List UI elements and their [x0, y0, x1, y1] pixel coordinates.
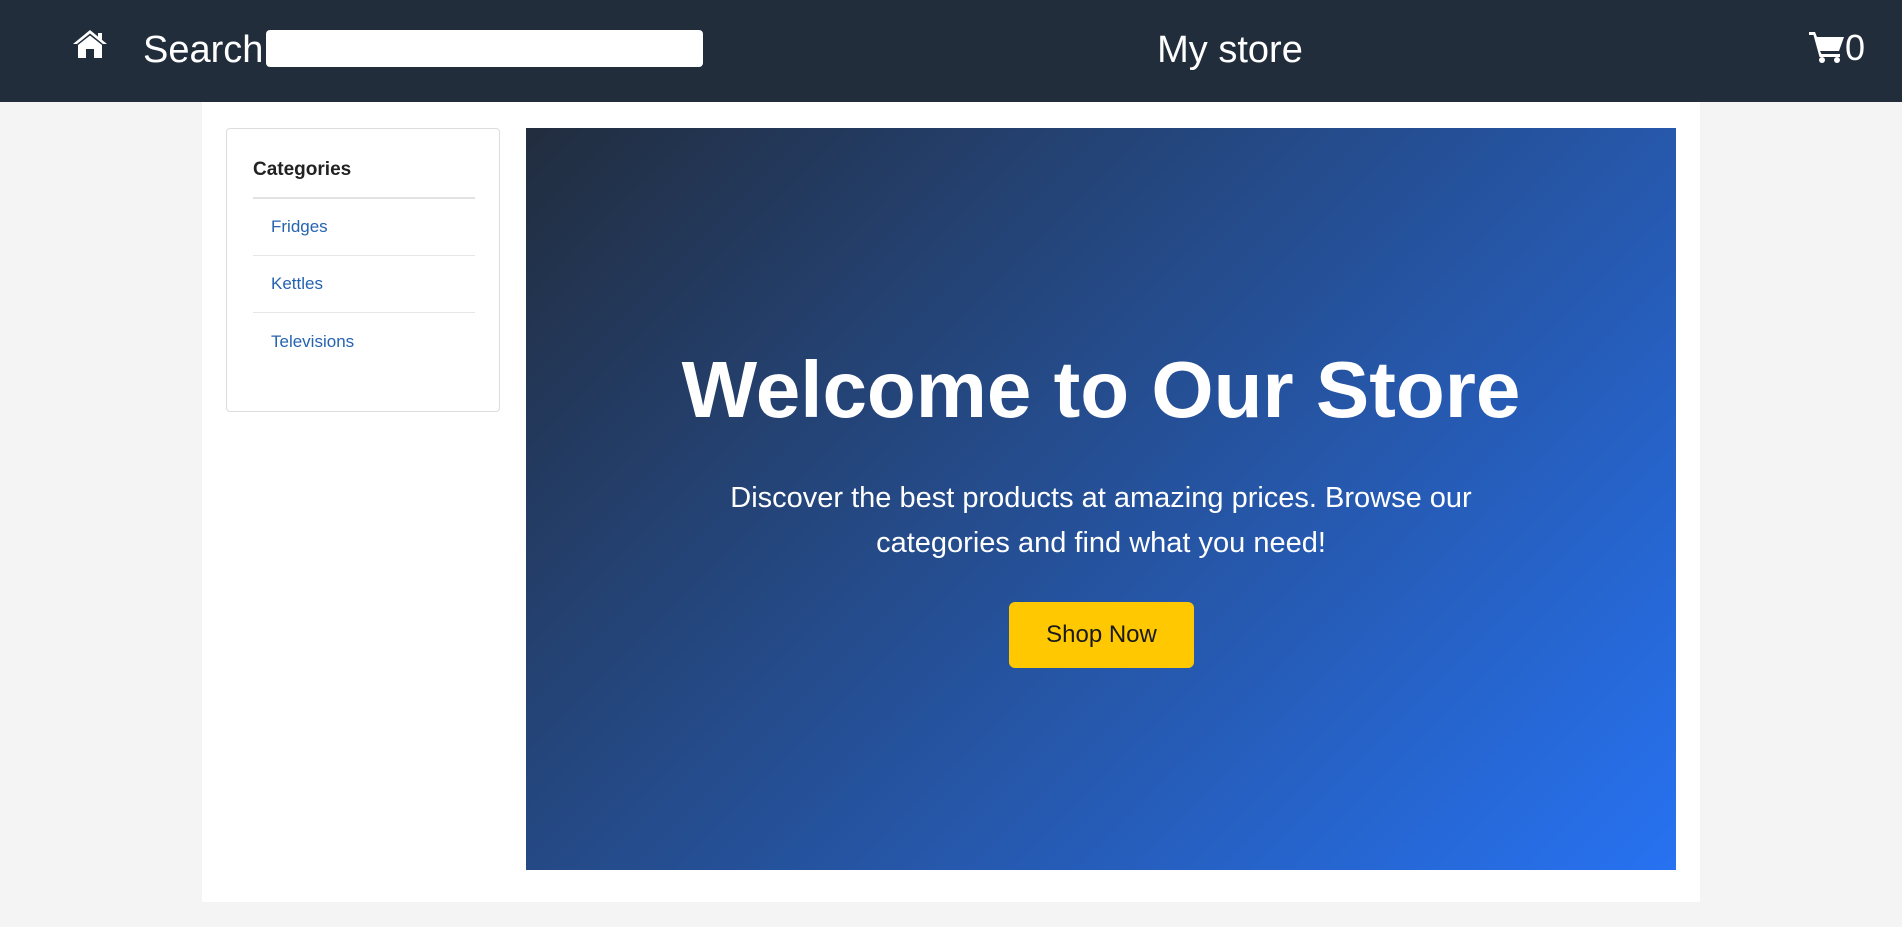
shopping-cart-icon [1809, 29, 1845, 68]
categories-panel: Categories Fridges Kettles Televisions [226, 128, 500, 412]
main-container: Categories Fridges Kettles Televisions W… [202, 102, 1700, 902]
category-item-fridges: Fridges [253, 199, 475, 256]
search-label: Search [143, 29, 264, 71]
category-link-fridges[interactable]: Fridges [271, 217, 328, 237]
category-link-kettles[interactable]: Kettles [271, 274, 323, 294]
shop-now-button[interactable]: Shop Now [1009, 602, 1194, 668]
search-input[interactable] [266, 30, 703, 67]
category-link-televisions[interactable]: Televisions [271, 332, 354, 352]
hero-banner: Welcome to Our Store Discover the best p… [526, 128, 1676, 870]
hero-title: Welcome to Our Store [681, 345, 1521, 434]
home-icon[interactable] [72, 28, 108, 60]
categories-title: Categories [253, 159, 352, 180]
category-list: Fridges Kettles Televisions [253, 199, 475, 370]
hero-subtitle: Discover the best products at amazing pr… [730, 482, 1472, 559]
category-item-kettles: Kettles [253, 256, 475, 313]
store-title: My store [1157, 29, 1303, 71]
cart-count: 0 [1845, 27, 1866, 68]
cart-button[interactable]: 0 [1809, 26, 1865, 70]
top-navbar: Search My store 0 [0, 0, 1902, 102]
category-item-televisions: Televisions [253, 313, 475, 370]
